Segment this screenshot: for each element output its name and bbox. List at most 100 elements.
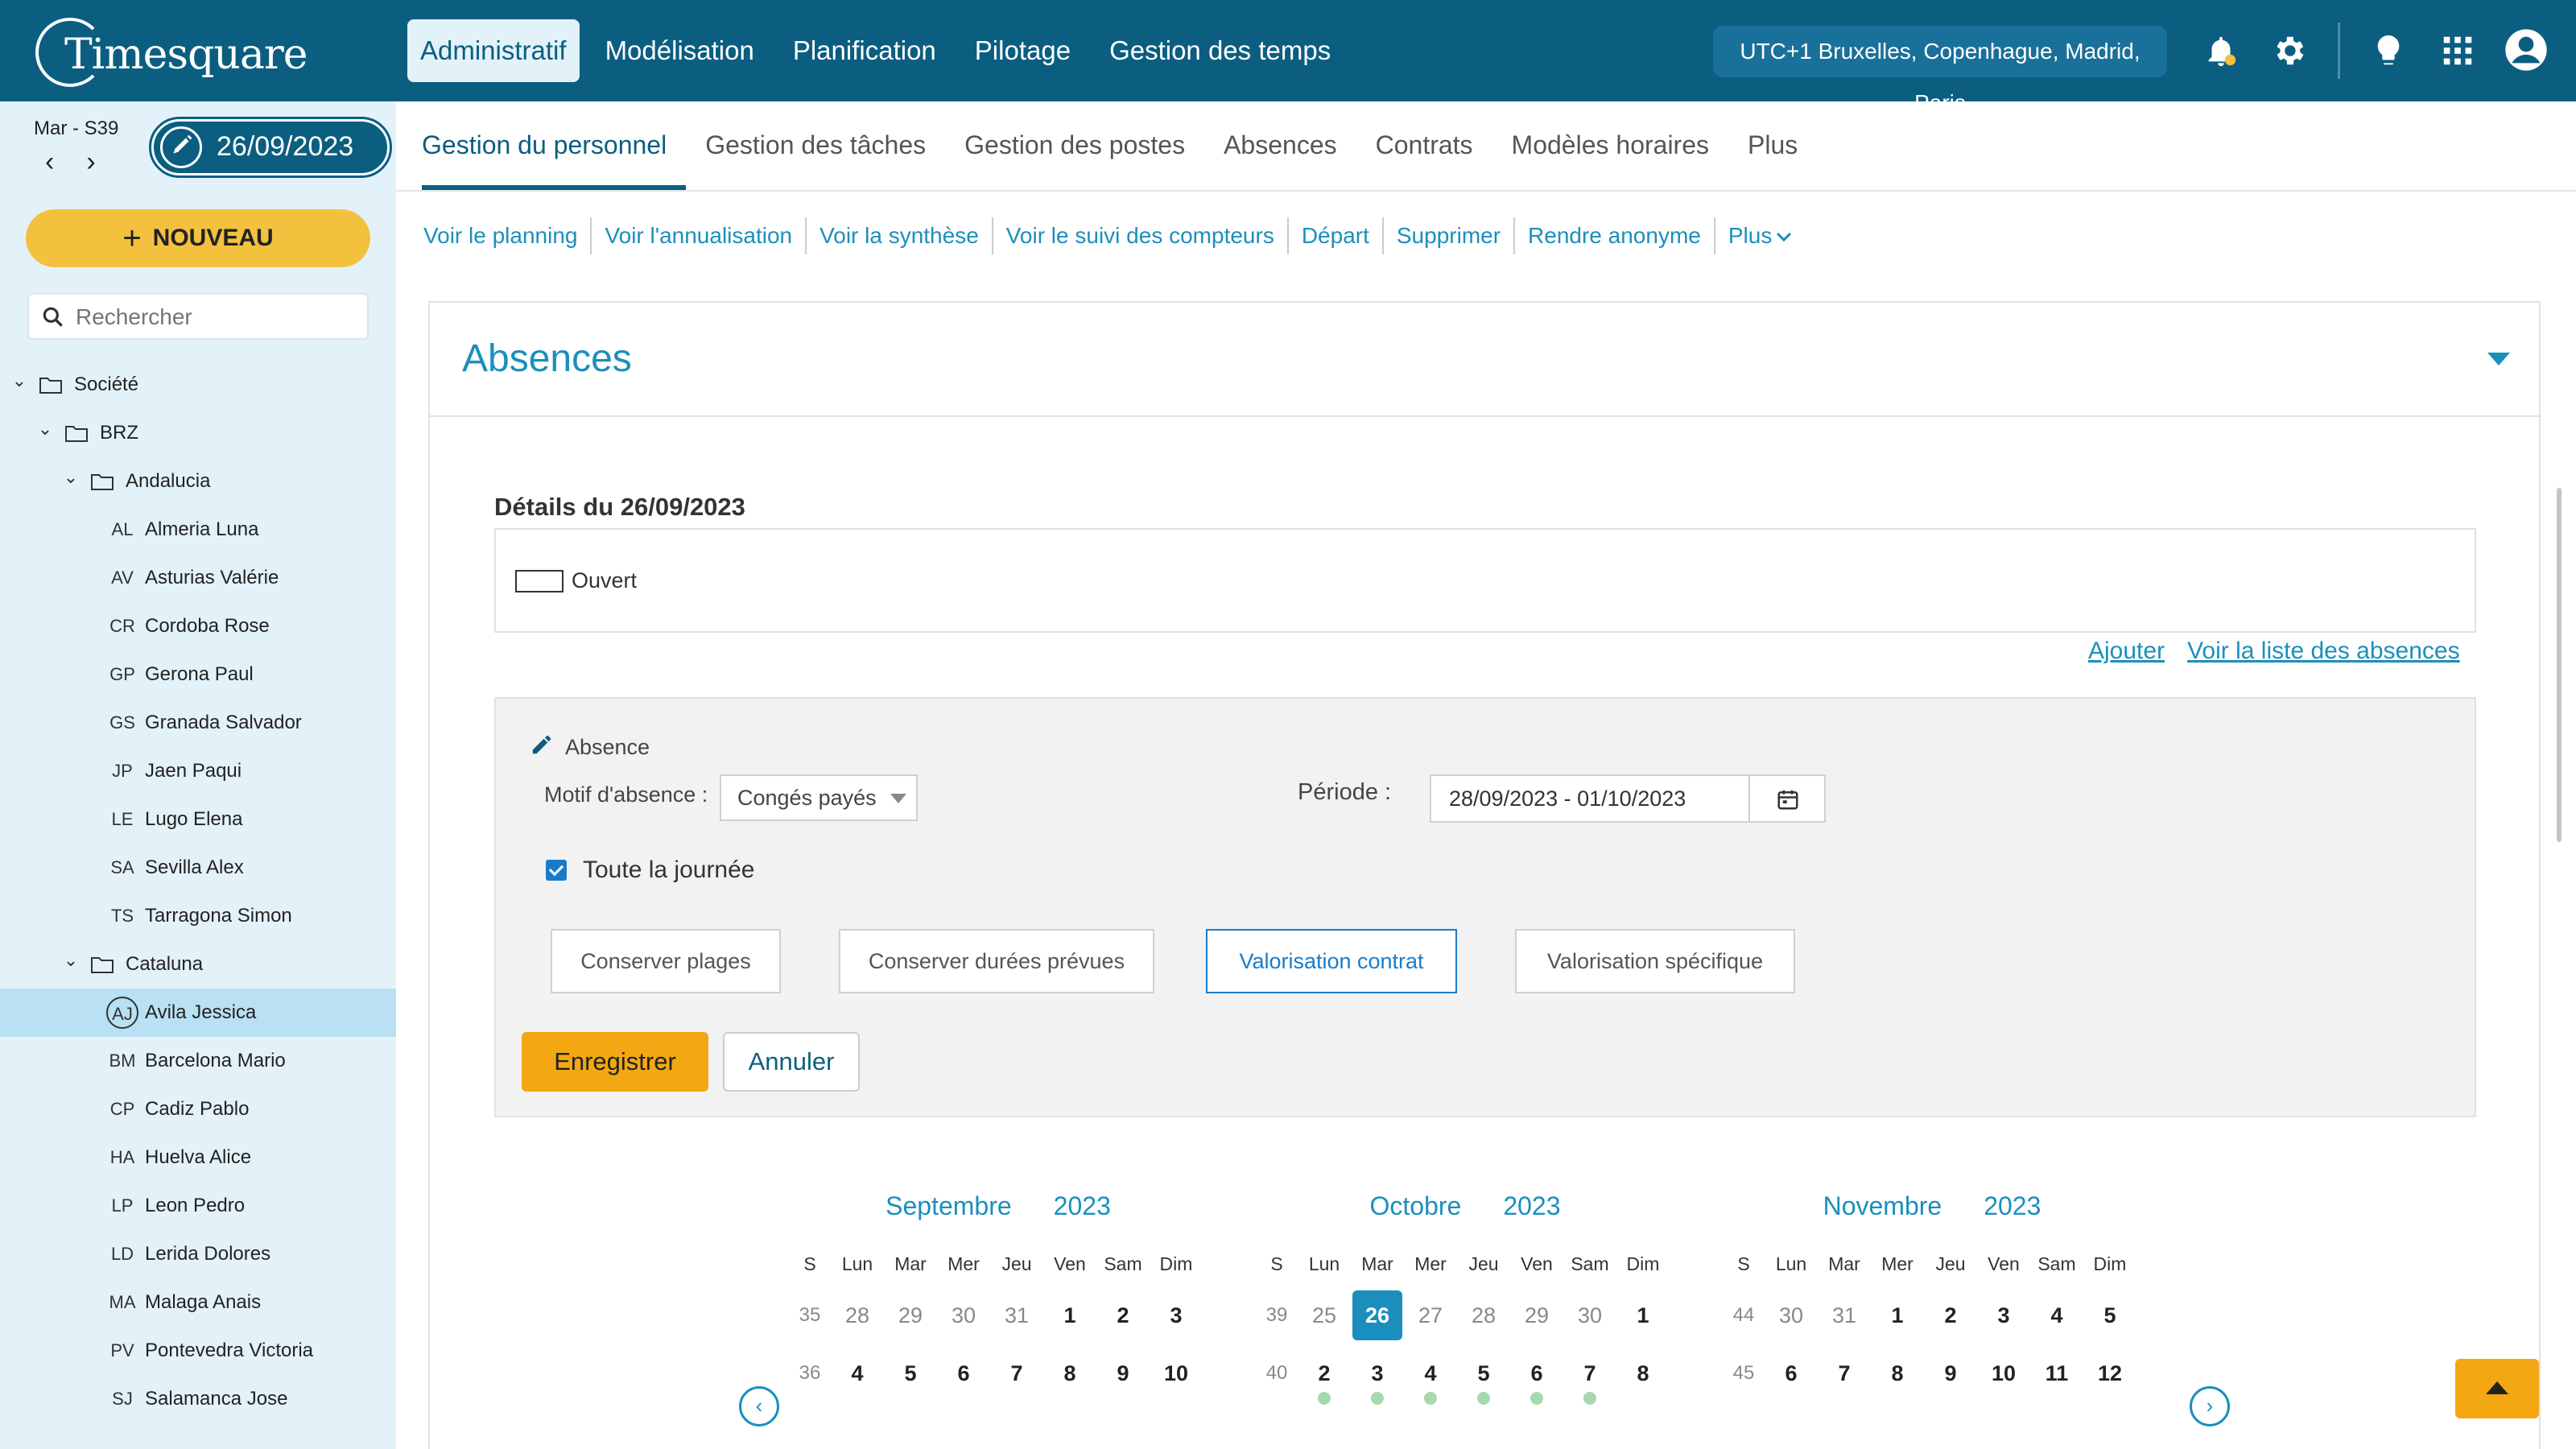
calendar-day[interactable]: 8 bbox=[1043, 1361, 1096, 1386]
next-day-icon[interactable]: › bbox=[86, 147, 95, 178]
calendar-day[interactable]: 28 bbox=[1457, 1303, 1510, 1328]
calendar-day[interactable]: 3 bbox=[1977, 1303, 2030, 1328]
tree-person[interactable]: SJ Salamanca Jose bbox=[0, 1375, 396, 1423]
action-link[interactable]: Voir le planning bbox=[423, 217, 592, 254]
tree-person[interactable]: SA Sevilla Alex bbox=[0, 844, 396, 892]
cancel-button[interactable]: Annuler bbox=[723, 1032, 860, 1092]
tree-person[interactable]: MA Malaga Anais bbox=[0, 1278, 396, 1327]
calendar-day[interactable]: 30 bbox=[1765, 1303, 1818, 1328]
calendar-day[interactable]: 30 bbox=[937, 1303, 990, 1328]
tree-person[interactable]: BM Barcelona Mario bbox=[0, 1037, 396, 1085]
calendar-day[interactable]: 5 bbox=[1457, 1361, 1510, 1405]
action-link[interactable]: Plus bbox=[1715, 217, 1806, 254]
calendar-day[interactable]: 29 bbox=[884, 1303, 937, 1328]
month-year[interactable]: 2023 bbox=[1054, 1191, 1111, 1241]
subnav-tab[interactable]: Plus bbox=[1728, 101, 1817, 190]
option-conserver-plages[interactable]: Conserver plages bbox=[551, 929, 781, 993]
calendar-day[interactable]: 31 bbox=[990, 1303, 1043, 1328]
calendar-day[interactable]: 4 bbox=[831, 1361, 884, 1386]
tree-folder[interactable]: ⌄ Société bbox=[0, 361, 396, 409]
apps-grid-icon[interactable] bbox=[2439, 32, 2476, 69]
tree-person[interactable]: AV Asturias Valérie bbox=[0, 554, 396, 602]
tree-person[interactable]: LD Lerida Dolores bbox=[0, 1230, 396, 1278]
subnav-tab[interactable]: Absences bbox=[1204, 101, 1356, 190]
tree-person[interactable]: LE Lugo Elena bbox=[0, 795, 396, 844]
calendar-day[interactable]: 7 bbox=[1563, 1361, 1616, 1405]
calendar-day[interactable]: 5 bbox=[884, 1361, 937, 1386]
subnav-tab[interactable]: Gestion des postes bbox=[945, 101, 1204, 190]
tree-person[interactable]: LP Leon Pedro bbox=[0, 1182, 396, 1230]
calendar-day[interactable]: 10 bbox=[1977, 1361, 2030, 1386]
calendar-day[interactable]: 4 bbox=[1404, 1361, 1457, 1405]
calendar-day[interactable]: 3 bbox=[1150, 1303, 1203, 1328]
search-box[interactable] bbox=[27, 293, 369, 340]
tree-folder[interactable]: ⌄ Cataluna bbox=[0, 940, 396, 989]
topnav-item[interactable]: Modélisation bbox=[592, 19, 767, 82]
bell-icon[interactable] bbox=[2202, 32, 2240, 69]
chevron-down-icon[interactable]: ⌄ bbox=[61, 467, 80, 488]
calendar-day[interactable]: 29 bbox=[1510, 1303, 1563, 1328]
option-conserver-durees[interactable]: Conserver durées prévues bbox=[839, 929, 1154, 993]
tree-folder[interactable]: ⌄ Andalucia bbox=[0, 457, 396, 506]
tree-person[interactable]: PV Pontevedra Victoria bbox=[0, 1327, 396, 1375]
chevron-down-icon[interactable]: ⌄ bbox=[61, 950, 80, 971]
topnav-item[interactable]: Administratif bbox=[407, 19, 580, 82]
tree-person[interactable]: JP Jaen Paqui bbox=[0, 747, 396, 795]
calendar-day[interactable]: 6 bbox=[1510, 1361, 1563, 1405]
option-valorisation-contrat[interactable]: Valorisation contrat bbox=[1206, 929, 1457, 993]
calendar-day[interactable]: 1 bbox=[1043, 1303, 1096, 1328]
current-date-button[interactable]: 26/09/2023 bbox=[149, 117, 392, 178]
action-link[interactable]: Voir le suivi des compteurs bbox=[993, 217, 1289, 254]
calendar-prev-icon[interactable]: ‹ bbox=[739, 1386, 779, 1426]
chevron-down-icon[interactable]: ⌄ bbox=[35, 419, 55, 440]
action-link[interactable]: Voir l'annualisation bbox=[592, 217, 807, 254]
action-link[interactable]: Supprimer bbox=[1384, 217, 1516, 254]
subnav-tab[interactable]: Gestion des tâches bbox=[686, 101, 945, 190]
periode-input[interactable]: 28/09/2023 - 01/10/2023 bbox=[1430, 774, 1750, 823]
panel-header[interactable]: Absences bbox=[430, 303, 2539, 417]
calendar-day[interactable]: 2 bbox=[1096, 1303, 1150, 1328]
calendar-day[interactable]: 3 bbox=[1351, 1361, 1404, 1405]
calendar-day[interactable]: 27 bbox=[1404, 1303, 1457, 1328]
month-name[interactable]: Septembre bbox=[886, 1191, 1012, 1241]
gear-icon[interactable] bbox=[2270, 32, 2307, 69]
calendar-day[interactable]: 30 bbox=[1563, 1303, 1616, 1328]
collapse-caret-icon[interactable] bbox=[2487, 353, 2510, 365]
motif-select[interactable]: Congés payés bbox=[720, 774, 918, 821]
calendar-day[interactable]: 8 bbox=[1616, 1361, 1670, 1386]
calendar-day[interactable]: 28 bbox=[831, 1303, 884, 1328]
tree-person[interactable]: CR Cordoba Rose bbox=[0, 602, 396, 650]
add-link[interactable]: Ajouter bbox=[2088, 638, 2165, 665]
subnav-tab[interactable]: Gestion du personnel bbox=[396, 101, 687, 190]
lightbulb-icon[interactable] bbox=[2370, 32, 2407, 69]
month-name[interactable]: Novembre bbox=[1823, 1191, 1942, 1241]
calendar-next-icon[interactable]: › bbox=[2190, 1386, 2230, 1426]
full-day-checkbox[interactable]: Toute la journée bbox=[546, 857, 755, 884]
subnav-tab[interactable]: Contrats bbox=[1356, 101, 1492, 190]
calendar-day[interactable]: 26 bbox=[1352, 1290, 1402, 1340]
calendar-day[interactable]: 7 bbox=[990, 1361, 1043, 1386]
tree-person[interactable]: CP Cadiz Pablo bbox=[0, 1085, 396, 1133]
scroll-top-button[interactable] bbox=[2455, 1359, 2539, 1418]
option-valorisation-specifique[interactable]: Valorisation spécifique bbox=[1515, 929, 1795, 993]
previous-day-icon[interactable]: ‹ bbox=[45, 147, 54, 178]
vertical-scrollbar[interactable] bbox=[2557, 488, 2562, 842]
user-avatar-icon[interactable] bbox=[2504, 27, 2549, 72]
calendar-day[interactable]: 2 bbox=[1298, 1361, 1351, 1405]
action-link[interactable]: Voir la synthèse bbox=[807, 217, 993, 254]
calendar-day[interactable]: 10 bbox=[1150, 1361, 1203, 1386]
calendar-day[interactable]: 9 bbox=[1096, 1361, 1150, 1386]
calendar-day[interactable]: 11 bbox=[2030, 1361, 2083, 1386]
calendar-day[interactable]: 31 bbox=[1818, 1303, 1871, 1328]
calendar-day[interactable]: 1 bbox=[1616, 1303, 1670, 1328]
chevron-down-icon[interactable]: ⌄ bbox=[10, 370, 29, 391]
calendar-picker-button[interactable] bbox=[1748, 774, 1826, 823]
save-button[interactable]: Enregistrer bbox=[522, 1032, 708, 1092]
tree-person[interactable]: GP Gerona Paul bbox=[0, 650, 396, 699]
tree-person[interactable]: GS Granada Salvador bbox=[0, 699, 396, 747]
calendar-day[interactable]: 7 bbox=[1818, 1361, 1871, 1386]
calendar-day[interactable]: 9 bbox=[1924, 1361, 1977, 1386]
calendar-day[interactable]: 25 bbox=[1298, 1303, 1351, 1328]
calendar-day[interactable]: 6 bbox=[937, 1361, 990, 1386]
tree-person[interactable]: AL Almeria Luna bbox=[0, 506, 396, 554]
